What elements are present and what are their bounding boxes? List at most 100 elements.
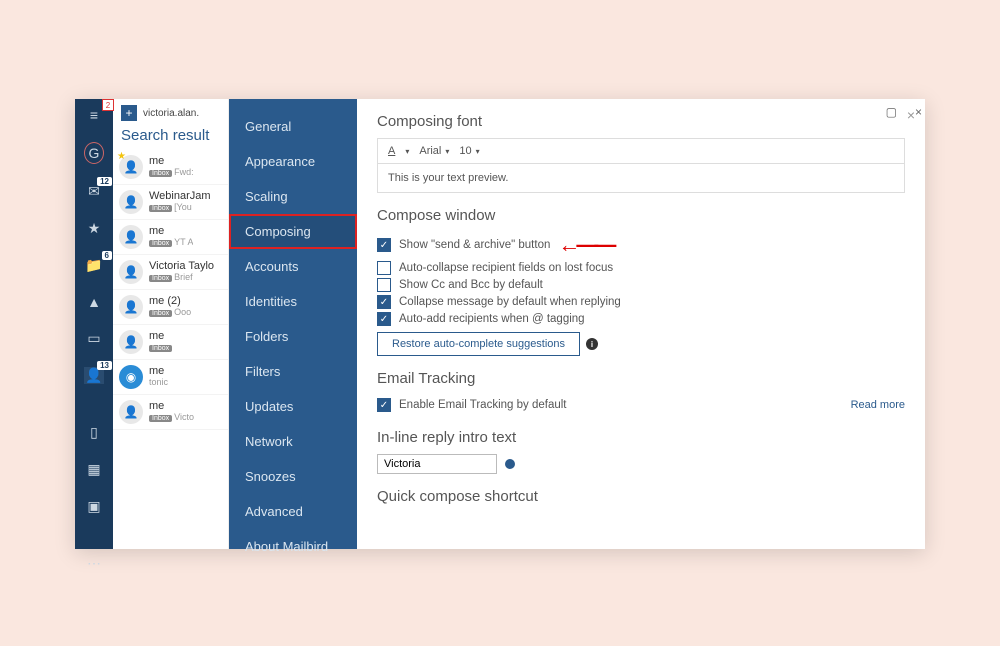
compose-option[interactable]: Show "send & archive" button ←—— xyxy=(377,232,905,258)
email-from: me xyxy=(149,365,168,377)
settings-nav-appearance[interactable]: Appearance xyxy=(229,144,357,179)
chevron-down-icon[interactable]: ▾ xyxy=(405,147,409,156)
info-icon[interactable]: i xyxy=(586,338,598,350)
inbox-tag: Inbox xyxy=(149,240,172,247)
email-from: me xyxy=(149,155,194,167)
email-tracking-heading: Email Tracking xyxy=(377,370,905,387)
avatar-icon: 👤 xyxy=(119,330,143,354)
menu-icon[interactable]: ≡2 xyxy=(84,107,104,123)
inbox-tag: Inbox xyxy=(149,205,172,212)
compose-window-section: Compose window Show "send & archive" but… xyxy=(377,207,905,356)
compose-option[interactable]: Show Cc and Bcc by default xyxy=(377,278,905,292)
inline-reply-input[interactable] xyxy=(377,454,497,474)
inbox-tag: Inbox xyxy=(149,310,172,317)
checkbox-icon xyxy=(377,312,391,326)
avatar-icon[interactable]: G xyxy=(84,143,104,163)
email-from: me xyxy=(149,400,194,412)
dot-indicator-icon xyxy=(505,459,515,469)
restore-autocomplete-button[interactable]: Restore auto-complete suggestions xyxy=(377,332,580,356)
email-subject: InboxVicto xyxy=(149,412,194,422)
read-more-link[interactable]: Read more xyxy=(851,399,905,411)
email-row[interactable]: 👤WebinarJamInbox[You xyxy=(113,185,228,220)
inbox-tag: Inbox xyxy=(149,275,172,282)
settings-nav-folders[interactable]: Folders xyxy=(229,319,357,354)
email-row[interactable]: 👤 meInboxVicto xyxy=(113,395,228,430)
avatar-icon: 👤 xyxy=(119,400,143,424)
settings-nav-advanced[interactable]: Advanced xyxy=(229,494,357,529)
font-size-select[interactable]: 10▾ xyxy=(459,145,479,157)
compose-window-heading: Compose window xyxy=(377,207,905,224)
quick-compose-section: Quick compose shortcut xyxy=(377,488,905,505)
inbox-icon[interactable]: ✉12 xyxy=(84,183,104,200)
email-row[interactable]: 👤 meInboxFwd: xyxy=(113,150,228,185)
window-controls: ▢ × xyxy=(886,105,922,119)
font-format-icon[interactable]: A xyxy=(388,145,395,157)
app-window: ≡2 G ✉12 ★ 📁6 ▲ ▭ 👤13 ▯ ▦ ▣ ⋯ + victoria… xyxy=(75,99,925,549)
settings-nav-general[interactable]: General xyxy=(229,109,357,144)
email-row[interactable]: ◉metonic xyxy=(113,360,228,395)
compose-option[interactable]: Auto-collapse recipient fields on lost f… xyxy=(377,261,905,275)
contacts-icon[interactable]: ▣ xyxy=(84,498,104,515)
option-label: Auto-add recipients when @ tagging xyxy=(399,313,585,325)
settings-nav-identities[interactable]: Identities xyxy=(229,284,357,319)
nav-iconbar: ≡2 G ✉12 ★ 📁6 ▲ ▭ 👤13 ▯ ▦ ▣ ⋯ xyxy=(75,99,113,549)
settings-content: × Composing font A ▾ Arial▾ 10▾ This is y… xyxy=(357,99,925,549)
checkbox-icon xyxy=(377,278,391,292)
close-icon[interactable]: × xyxy=(915,105,922,119)
settings-nav-accounts[interactable]: Accounts xyxy=(229,249,357,284)
briefcase-icon[interactable]: ▭ xyxy=(84,330,104,347)
quick-compose-heading: Quick compose shortcut xyxy=(377,488,905,505)
email-row[interactable]: 👤me (2)InboxOoo xyxy=(113,290,228,325)
font-toolbar: A ▾ Arial▾ 10▾ xyxy=(377,138,905,164)
email-from: me (2) xyxy=(149,295,191,307)
search-results-heading: Search result xyxy=(113,125,228,150)
avatar-icon: 👤 xyxy=(119,155,143,179)
checkbox-icon xyxy=(377,261,391,275)
email-tracking-section: Email Tracking Enable Email Tracking by … xyxy=(377,370,905,415)
settings-nav-updates[interactable]: Updates xyxy=(229,389,357,424)
enable-tracking-checkbox[interactable]: Enable Email Tracking by default xyxy=(377,398,566,412)
settings-nav-composing[interactable]: Composing xyxy=(229,214,357,249)
settings-nav-network[interactable]: Network xyxy=(229,424,357,459)
inline-reply-section: In-line reply intro text xyxy=(377,429,905,474)
composing-font-heading: Composing font xyxy=(377,113,905,130)
inbox-tag: Inbox xyxy=(149,345,172,352)
option-label: Show "send & archive" button xyxy=(399,239,550,251)
option-label: Show Cc and Bcc by default xyxy=(399,279,543,291)
doc-icon[interactable]: ▯ xyxy=(84,424,104,441)
avatar-icon: 👤 xyxy=(119,295,143,319)
send-icon[interactable]: ▲ xyxy=(84,294,104,310)
checkbox-icon xyxy=(377,295,391,309)
people-icon[interactable]: 👤13 xyxy=(84,367,104,384)
more-icon[interactable]: ⋯ xyxy=(84,555,104,572)
settings-nav-about-mailbird[interactable]: About Mailbird xyxy=(229,529,357,564)
account-label[interactable]: victoria.alan. xyxy=(143,108,199,119)
email-row[interactable]: 👤Victoria TayloInboxBrief xyxy=(113,255,228,290)
star-icon[interactable]: ★ xyxy=(84,220,104,237)
font-preview: This is your text preview. xyxy=(377,164,905,193)
compose-option[interactable]: Auto-add recipients when @ tagging xyxy=(377,312,905,326)
restore-icon[interactable]: ▢ xyxy=(886,105,897,119)
checkbox-icon xyxy=(377,238,391,252)
inbox-tag: Inbox xyxy=(149,415,172,422)
settings-sidebar: GeneralAppearanceScalingComposingAccount… xyxy=(229,99,357,549)
checkbox-icon xyxy=(377,398,391,412)
email-row[interactable]: 👤meInboxYT A xyxy=(113,220,228,255)
font-family-select[interactable]: Arial▾ xyxy=(419,145,449,157)
calendar-icon[interactable]: ▦ xyxy=(84,461,104,478)
avatar-icon: ◉ xyxy=(119,365,143,389)
compose-option[interactable]: Collapse message by default when replyin… xyxy=(377,295,905,309)
email-list-panel: + victoria.alan. Search result 👤meInboxF… xyxy=(113,99,229,549)
email-subject: InboxBrief xyxy=(149,272,214,282)
folder-icon[interactable]: 📁6 xyxy=(84,257,104,274)
email-subject: Inbox xyxy=(149,342,174,352)
email-row[interactable]: 👤meInbox xyxy=(113,325,228,360)
option-label: Auto-collapse recipient fields on lost f… xyxy=(399,262,613,274)
settings-nav-snoozes[interactable]: Snoozes xyxy=(229,459,357,494)
settings-nav-filters[interactable]: Filters xyxy=(229,354,357,389)
inbox-tag: Inbox xyxy=(149,170,172,177)
email-subject: InboxFwd: xyxy=(149,167,194,177)
annotation-arrow-icon: ←—— xyxy=(558,232,612,258)
settings-nav-scaling[interactable]: Scaling xyxy=(229,179,357,214)
compose-button[interactable]: + xyxy=(121,105,137,121)
